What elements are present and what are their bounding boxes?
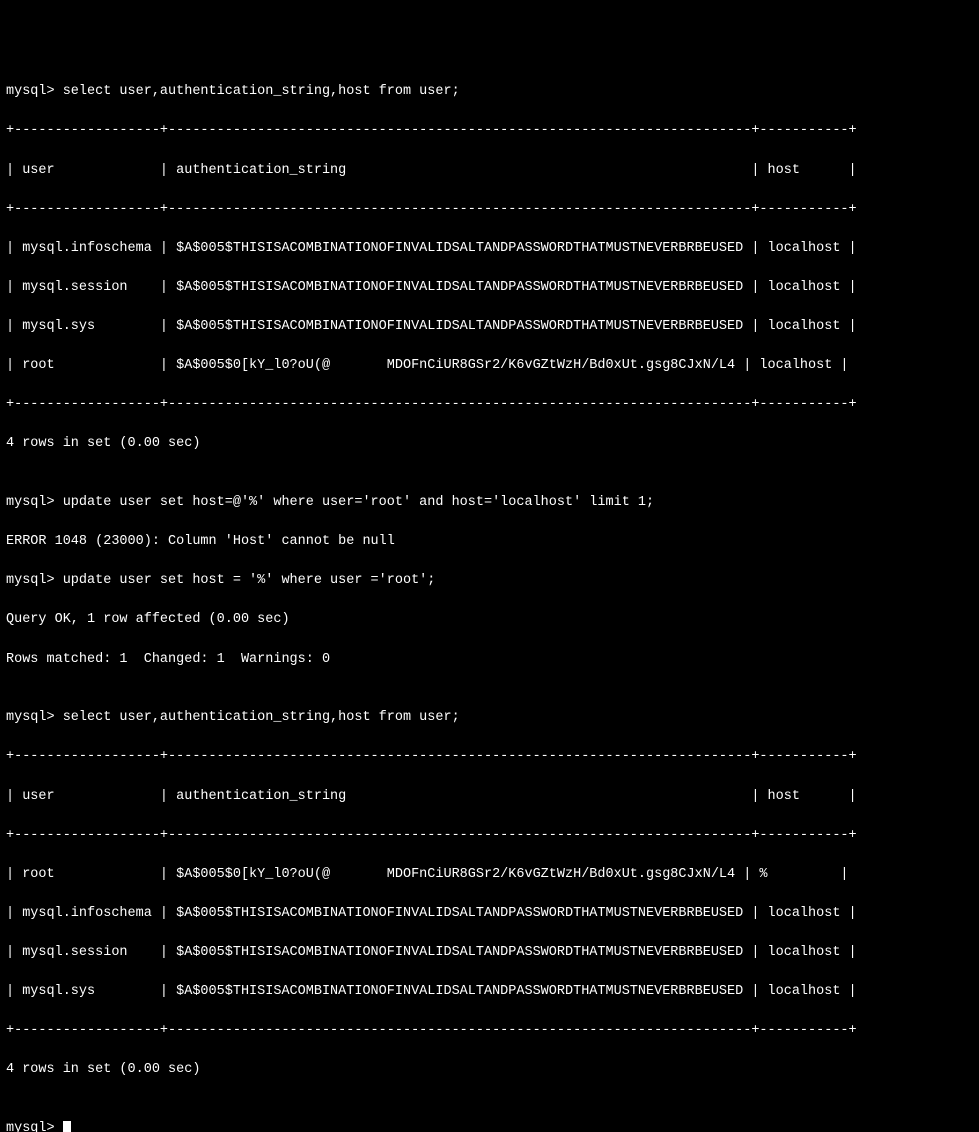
- result-status: 4 rows in set (0.00 sec): [6, 1060, 973, 1080]
- sql-query-line: mysql> select user,authentication_string…: [6, 82, 973, 102]
- sql-query-line: mysql> update user set host = '%' where …: [6, 571, 973, 591]
- table-row: | mysql.infoschema | $A$005$THISISACOMBI…: [6, 904, 973, 924]
- table-row: | mysql.sys | $A$005$THISISACOMBINATIONO…: [6, 317, 973, 337]
- prompt-line[interactable]: mysql>: [6, 1119, 973, 1132]
- terminal-output[interactable]: mysql> select user,authentication_string…: [6, 82, 973, 1132]
- error-line: ERROR 1048 (23000): Column 'Host' cannot…: [6, 532, 973, 552]
- sql-query-line: mysql> select user,authentication_string…: [6, 708, 973, 728]
- result-status: Query OK, 1 row affected (0.00 sec): [6, 610, 973, 630]
- table-border: +------------------+--------------------…: [6, 747, 973, 767]
- prompt-text: mysql>: [6, 1121, 63, 1132]
- sql-query-line: mysql> update user set host=@'%' where u…: [6, 493, 973, 513]
- table-row: | mysql.session | $A$005$THISISACOMBINAT…: [6, 943, 973, 963]
- result-info: Rows matched: 1 Changed: 1 Warnings: 0: [6, 650, 973, 670]
- table-row: | mysql.sys | $A$005$THISISACOMBINATIONO…: [6, 982, 973, 1002]
- table-row: | root | $A$005$0[kY_l0?oU(@ MDOFnCiUR8G…: [6, 356, 973, 376]
- table-row: | root | $A$005$0[kY_l0?oU(@ MDOFnCiUR8G…: [6, 865, 973, 885]
- result-status: 4 rows in set (0.00 sec): [6, 434, 973, 454]
- cursor-icon: [63, 1121, 71, 1132]
- table-border: +------------------+--------------------…: [6, 1021, 973, 1041]
- table-border: +------------------+--------------------…: [6, 395, 973, 415]
- table-header: | user | authentication_string | host |: [6, 161, 973, 181]
- table-row: | mysql.infoschema | $A$005$THISISACOMBI…: [6, 239, 973, 259]
- table-border: +------------------+--------------------…: [6, 200, 973, 220]
- table-header: | user | authentication_string | host |: [6, 787, 973, 807]
- table-border: +------------------+--------------------…: [6, 121, 973, 141]
- table-border: +------------------+--------------------…: [6, 826, 973, 846]
- table-row: | mysql.session | $A$005$THISISACOMBINAT…: [6, 278, 973, 298]
